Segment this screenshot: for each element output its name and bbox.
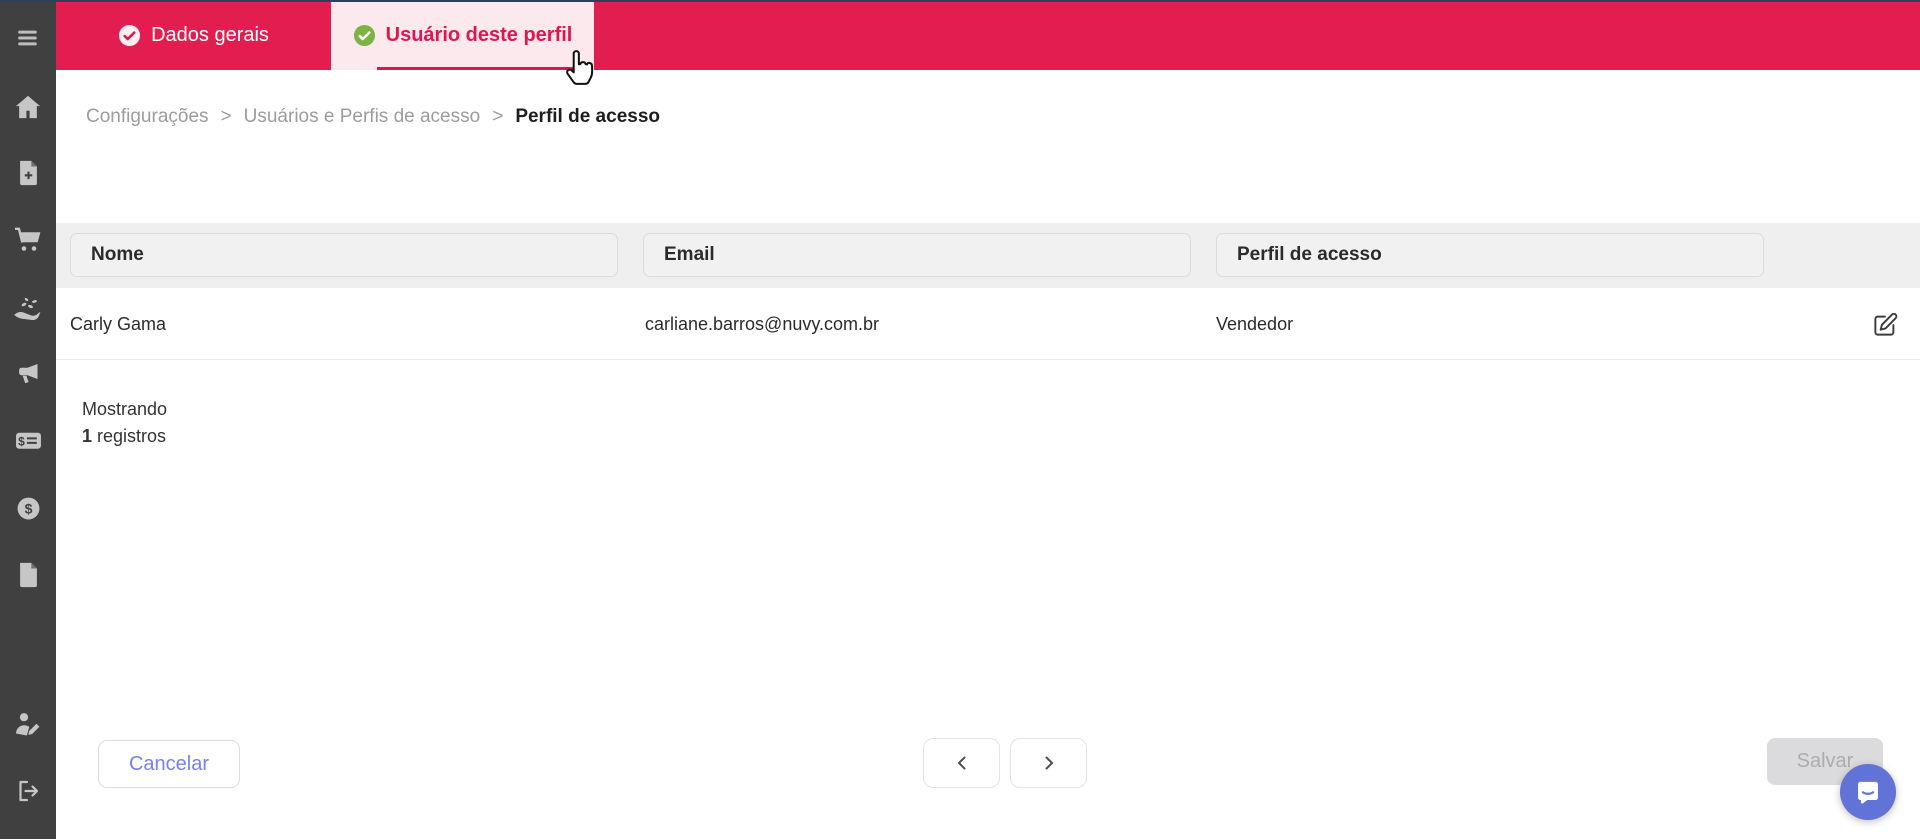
- logout-icon[interactable]: [0, 769, 56, 813]
- breadcrumb-separator: >: [492, 106, 504, 127]
- records-summary: Mostrando 1 registros: [82, 396, 167, 450]
- tab-label: Usuário deste perfil: [385, 23, 573, 46]
- svg-text:$: $: [24, 500, 32, 516]
- email-filter-input[interactable]: [643, 233, 1191, 277]
- breadcrumb: Configurações > Usuários e Perfis de ace…: [86, 104, 660, 130]
- perfil-filter-input[interactable]: [1216, 233, 1764, 277]
- tab-usuario-deste-perfil[interactable]: Usuário deste perfil: [331, 0, 594, 70]
- breadcrumb-current-page: Perfil de acesso: [515, 106, 661, 127]
- records-count: 1: [82, 426, 93, 446]
- cell-email: carliane.barros@nuvy.com.br: [645, 313, 880, 334]
- table-row: Carly Gama carliane.barros@nuvy.com.br V…: [56, 288, 1920, 360]
- user-edit-icon[interactable]: [0, 702, 56, 746]
- cart-icon[interactable]: [0, 218, 56, 262]
- menu-icon[interactable]: [0, 16, 56, 60]
- chevron-right-icon: [1041, 755, 1057, 771]
- prev-page-button[interactable]: [923, 738, 1000, 788]
- pencil-square-icon: [1872, 311, 1899, 338]
- app-window: $ $ Dados gerais Usuário deste perfil Co…: [0, 0, 1920, 839]
- records-unit-label: registros: [97, 426, 167, 446]
- nome-filter-input[interactable]: [70, 233, 618, 277]
- check-circle-icon: [118, 24, 141, 47]
- breadcrumb-item-configuracoes[interactable]: Configurações: [86, 106, 209, 128]
- table-filter-header: [56, 223, 1920, 288]
- active-tab-indicator: [377, 67, 577, 70]
- dollar-circle-icon[interactable]: $: [0, 486, 56, 530]
- breadcrumb-separator: >: [220, 106, 232, 127]
- cancel-button[interactable]: Cancelar: [98, 740, 240, 788]
- document-icon[interactable]: [0, 553, 56, 597]
- megaphone-icon[interactable]: [0, 352, 56, 396]
- tab-dados-gerais[interactable]: Dados gerais: [56, 0, 331, 70]
- wizard-tab-bar: Dados gerais Usuário deste perfil: [56, 0, 1920, 70]
- check-circle-icon: [353, 24, 376, 47]
- records-summary-label: Mostrando: [82, 399, 168, 419]
- home-icon[interactable]: [0, 85, 56, 129]
- hand-coins-icon[interactable]: [0, 286, 56, 330]
- sidebar: $ $: [0, 0, 56, 839]
- chat-launcher-button[interactable]: [1840, 764, 1896, 820]
- cell-perfil: Vendedor: [1216, 313, 1294, 334]
- row-divider: [56, 359, 1920, 360]
- file-plus-icon[interactable]: [0, 151, 56, 195]
- billing-icon[interactable]: $: [0, 419, 56, 463]
- window-top-edge: [0, 0, 1920, 2]
- next-page-button[interactable]: [1010, 738, 1087, 788]
- messenger-icon: [1853, 777, 1883, 807]
- cell-nome: Carly Gama: [70, 313, 167, 334]
- svg-text:$: $: [18, 434, 25, 448]
- edit-row-button[interactable]: [1870, 309, 1900, 339]
- breadcrumb-item-usuarios-perfis[interactable]: Usuários e Perfis de acesso: [244, 106, 481, 128]
- tab-label: Dados gerais: [151, 23, 269, 46]
- chevron-left-icon: [954, 755, 970, 771]
